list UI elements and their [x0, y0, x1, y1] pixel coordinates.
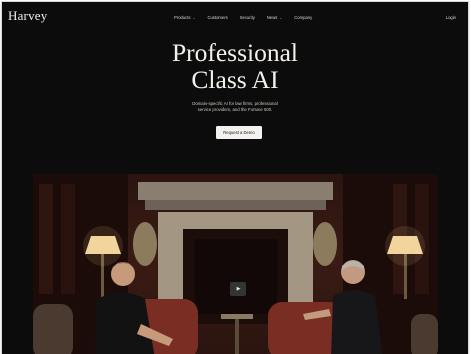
hero-subtitle-line-1: Domain-specific AI for law firms, profes… [192, 101, 278, 106]
nav-security-label: Security [239, 15, 255, 20]
hero-subtitle: Domain-specific AI for law firms, profes… [2, 101, 468, 113]
play-button[interactable]: ▶ [230, 282, 246, 296]
harvey-logo[interactable]: Harvey [8, 8, 47, 24]
nav-news[interactable]: News ⌄ [267, 15, 282, 20]
nav-products-label: Products [174, 15, 191, 20]
video-still [33, 174, 438, 354]
nav-news-label: News [266, 15, 278, 20]
hero-title-line-1: Professional [171, 38, 299, 67]
play-icon: ▶ [236, 286, 241, 292]
nav-customers-label: Customers [207, 15, 228, 20]
nav-customers[interactable]: Customers [207, 15, 227, 20]
chevron-down-icon: ⌄ [192, 15, 196, 20]
nav-company-label: Company [294, 15, 313, 20]
login-link[interactable]: Login [446, 15, 456, 20]
request-demo-button[interactable]: Request a Demo [216, 126, 262, 139]
hero-title: Professional Class AI [2, 39, 468, 93]
browser-page: Harvey Products ⌄ Customers Security New… [2, 2, 468, 354]
nav-products[interactable]: Products ⌄ [174, 15, 195, 20]
hero-title-line-2: Class AI [191, 65, 279, 94]
hero-video[interactable] [33, 174, 438, 354]
chevron-down-icon: ⌄ [279, 15, 283, 20]
top-nav: Harvey Products ⌄ Customers Security New… [2, 2, 468, 36]
nav-security[interactable]: Security [240, 15, 255, 20]
main-menu: Products ⌄ Customers Security News ⌄ Com… [174, 15, 312, 20]
hero-subtitle-line-2: service providers, and the Fortune 500. [197, 107, 273, 112]
nav-company[interactable]: Company [294, 15, 312, 20]
